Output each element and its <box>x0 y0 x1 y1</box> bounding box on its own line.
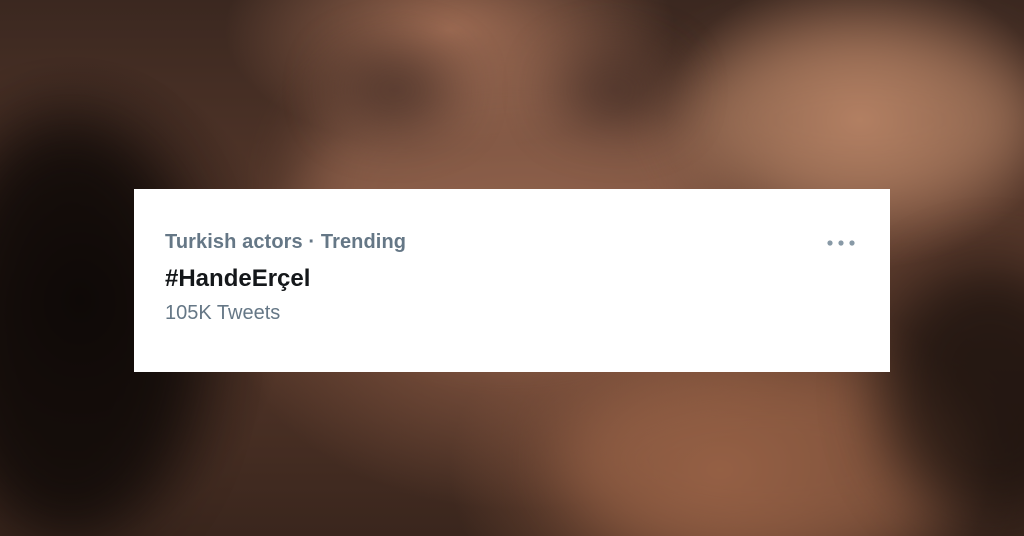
trend-category: Turkish actors <box>165 231 303 253</box>
background-blob <box>680 30 1024 210</box>
background-eye-shape <box>340 60 450 120</box>
trend-separator: · <box>308 231 316 253</box>
trend-card[interactable]: Turkish actors · Trending #HandeErçel 10… <box>134 189 890 372</box>
background-eye-shape <box>560 60 670 120</box>
more-horizontal-icon[interactable] <box>826 237 856 249</box>
blurred-background-photo: Turkish actors · Trending #HandeErçel 10… <box>0 0 1024 536</box>
trend-status: Trending <box>320 231 407 253</box>
trend-hashtag[interactable]: #HandeErçel <box>165 265 310 293</box>
trend-context: Turkish actors · Trending <box>165 231 406 254</box>
trend-tweet-count: 105K Tweets <box>165 302 281 324</box>
